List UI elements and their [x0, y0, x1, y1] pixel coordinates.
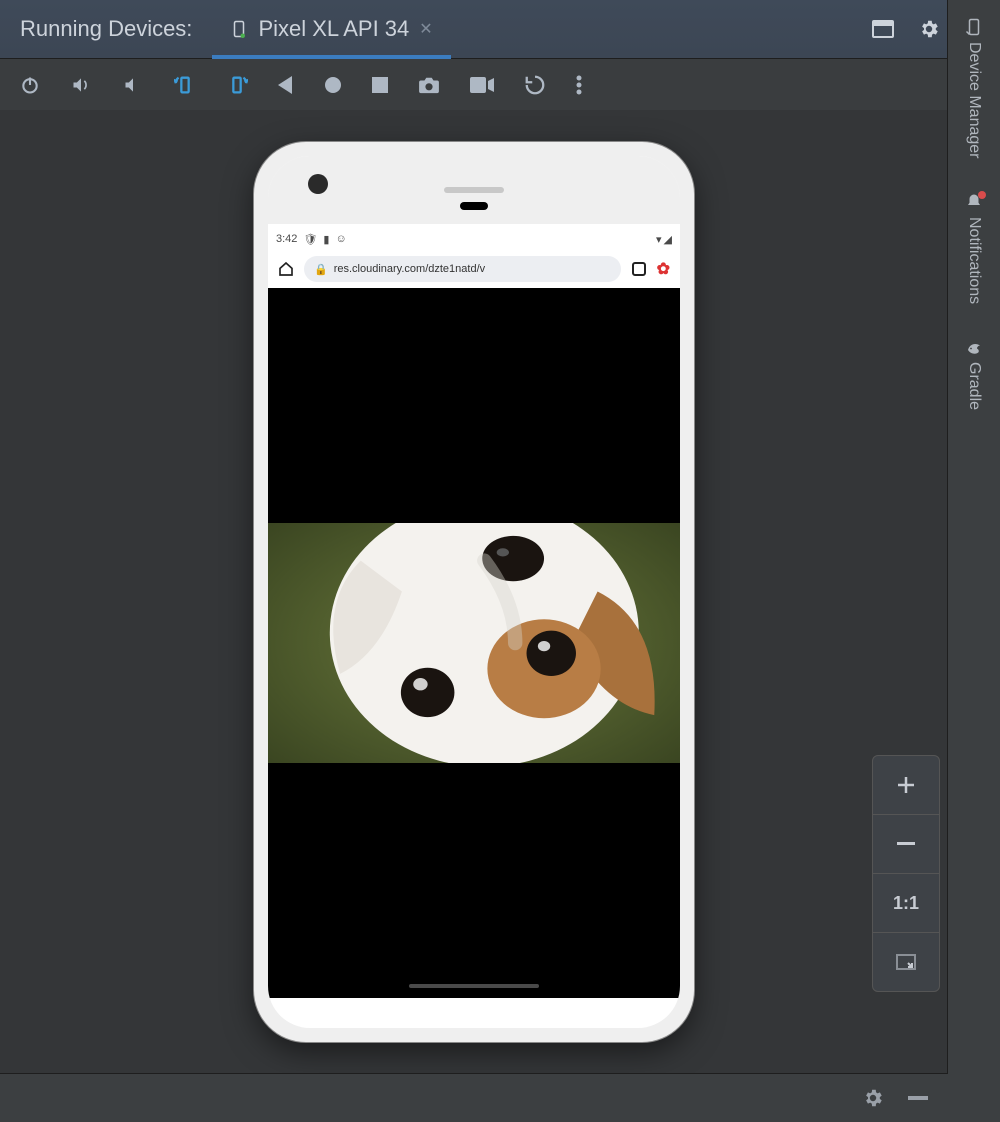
device-manager-tab[interactable]: Device Manager	[965, 18, 983, 159]
chrome-url-bar[interactable]: 🔒 res.cloudinary.com/dzte1natd/v	[304, 256, 621, 282]
status-debug-icon: ☺	[335, 233, 346, 245]
gradle-tab[interactable]: Gradle	[965, 338, 983, 410]
rotate-left-icon[interactable]	[174, 74, 196, 96]
nav-home-bar[interactable]	[409, 984, 539, 988]
right-tool-strip: Device Manager Notifications Gradle	[947, 0, 1000, 1122]
status-battery-icon: ▮	[323, 233, 329, 246]
sensor-pill	[460, 202, 488, 210]
settings-icon[interactable]	[918, 18, 940, 40]
lock-icon: 🔒	[314, 263, 328, 276]
gradle-label: Gradle	[965, 362, 983, 410]
displayed-image	[268, 523, 680, 763]
window-mode-icon[interactable]	[872, 20, 894, 38]
device-manager-label: Device Manager	[965, 42, 983, 159]
rotate-right-icon[interactable]	[226, 74, 248, 96]
notification-dot-icon	[978, 191, 986, 199]
header-title: Running Devices:	[0, 16, 212, 42]
chrome-tabs-icon[interactable]	[631, 261, 647, 277]
footer-settings-icon[interactable]	[862, 1087, 884, 1109]
emulator-toolbar	[0, 59, 1000, 112]
notifications-tab[interactable]: Notifications	[965, 193, 983, 304]
page-content[interactable]	[268, 288, 680, 998]
snapshot-icon[interactable]	[524, 74, 546, 96]
device-manager-icon	[965, 18, 983, 36]
more-icon[interactable]	[576, 75, 582, 95]
panel-footer	[0, 1073, 948, 1122]
screenshot-icon[interactable]	[418, 76, 440, 94]
notifications-label: Notifications	[965, 217, 983, 304]
zoom-fit-button[interactable]	[873, 932, 939, 991]
wifi-icon: ▾	[656, 233, 662, 246]
status-time: 3:42	[276, 233, 297, 245]
overview-icon[interactable]	[372, 77, 388, 93]
url-text: res.cloudinary.com/dzte1natd/v	[334, 263, 485, 275]
device-tab-label: Pixel XL API 34	[258, 16, 409, 42]
device-screen[interactable]: 3:42 🛡 ▮ ☺ ▾ ◢ 🔒 res.cloudinary.com/dzte…	[268, 228, 680, 998]
back-icon[interactable]	[278, 76, 294, 94]
running-devices-header: Running Devices: Pixel XL API 34 ✕	[0, 0, 1000, 59]
device-bezel-top	[268, 156, 680, 224]
chrome-toolbar: 🔒 res.cloudinary.com/dzte1natd/v ✿	[268, 250, 680, 288]
volume-up-icon[interactable]	[70, 75, 92, 95]
record-icon[interactable]	[470, 77, 494, 93]
zoom-in-button[interactable]	[873, 756, 939, 814]
zoom-out-button[interactable]	[873, 814, 939, 873]
chrome-menu-icon[interactable]: ✿	[657, 259, 670, 279]
earpiece	[444, 187, 504, 193]
chrome-home-icon[interactable]	[278, 261, 294, 277]
zoom-actual-button[interactable]: 1:1	[873, 873, 939, 932]
volume-down-icon[interactable]	[122, 75, 144, 95]
home-icon[interactable]	[324, 76, 342, 94]
status-shield-icon: 🛡	[303, 233, 317, 246]
signal-icon: ◢	[664, 233, 672, 246]
gradle-icon	[965, 338, 983, 356]
device-tab-pixel[interactable]: Pixel XL API 34 ✕	[212, 0, 450, 58]
zoom-controls: 1:1	[872, 755, 940, 992]
android-status-bar: 3:42 🛡 ▮ ☺ ▾ ◢	[268, 228, 680, 250]
phone-icon	[230, 20, 248, 38]
device-frame: 3:42 🛡 ▮ ☺ ▾ ◢ 🔒 res.cloudinary.com/dzte…	[254, 142, 694, 1042]
power-icon[interactable]	[20, 75, 40, 95]
close-tab-icon[interactable]: ✕	[419, 19, 432, 39]
footer-minimize-icon[interactable]	[908, 1096, 928, 1100]
front-camera	[308, 174, 328, 194]
emulator-viewport: 3:42 🛡 ▮ ☺ ▾ ◢ 🔒 res.cloudinary.com/dzte…	[0, 110, 948, 1074]
